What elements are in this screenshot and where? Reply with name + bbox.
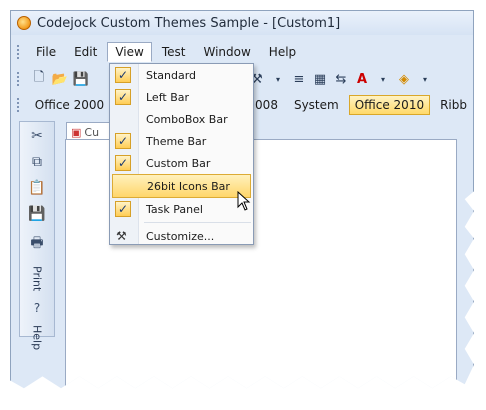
save-icon[interactable]: 💾 [28,206,45,222]
print-icon[interactable]: 🖶 [30,232,43,256]
tools-icon: ⚒ [116,229,127,243]
checkmark-icon: ✓ [115,89,131,105]
menu-item-label: Task Panel [146,202,203,216]
document-tab-label: Cu [84,125,100,139]
checkmark-icon: ✓ [115,201,131,217]
checkmark-icon: ✓ [115,67,131,83]
view-menu-item-26bit-icons-bar[interactable]: 26bit Icons Bar [112,174,251,198]
menu-view[interactable]: View [107,42,152,62]
mouse-cursor-icon [237,191,251,211]
menu-window[interactable]: Window [195,42,258,62]
view-menu-item-customize[interactable]: ⚒ Customize... [110,225,253,247]
theme-system[interactable]: System [288,95,345,115]
view-menu-dropdown: ✓ Standard ✓ Left Bar ComboBox Bar ✓ The… [109,63,254,245]
checkmark-icon: ✓ [115,155,131,171]
menu-item-label: ComboBox Bar [146,112,228,126]
menu-item-label: Standard [146,68,197,82]
menu-item-label: Customize... [146,229,215,243]
menu-help[interactable]: Help [261,42,304,62]
menu-separator [144,222,251,223]
title-bar[interactable]: Codejock Custom Themes Sample - [Custom1… [11,11,473,35]
save-icon[interactable]: 💾 [73,71,89,87]
menu-item-label: 26bit Icons Bar [147,179,230,193]
view-menu-item-left-bar[interactable]: ✓ Left Bar [110,86,253,108]
help-icon[interactable]: ? [34,301,40,315]
menu-edit[interactable]: Edit [66,42,105,62]
theme-office-2010[interactable]: Office 2010 [348,95,431,115]
help-label[interactable]: Help [31,325,44,350]
menu-item-label: Theme Bar [146,134,207,148]
menu-item-label: Left Bar [146,90,190,104]
view-menu-item-task-panel[interactable]: ✓ Task Panel [110,198,253,220]
chevron-down-icon[interactable]: ▾ [417,71,433,87]
left-bar: ✂ ⧉ 📋 💾 🖶 Print ? Help [19,121,55,350]
theme-ribbon[interactable]: Ribb [434,95,473,115]
chevron-down-icon[interactable]: ▾ [375,71,391,87]
view-menu-item-custom-bar[interactable]: ✓ Custom Bar [110,152,253,174]
paste-icon[interactable]: 📋 [28,180,45,196]
new-file-icon[interactable]: 🗋 [31,70,47,87]
menubar-grip[interactable] [17,45,22,59]
font-color-icon[interactable]: A [354,71,370,87]
app-icon [17,16,31,30]
copy-icon[interactable]: ⧉ [32,154,42,170]
theme-office-2000[interactable]: Office 2000 [29,95,110,115]
grid-icon[interactable]: ▦ [312,71,328,87]
document-icon: ▣ [71,125,82,139]
menu-item-label: Custom Bar [146,156,211,170]
checkmark-icon: ✓ [115,133,131,149]
view-menu-item-combobox-bar[interactable]: ComboBox Bar [110,108,253,130]
window-title: Codejock Custom Themes Sample - [Custom1… [37,15,341,31]
view-menu-item-standard[interactable]: ✓ Standard [110,64,253,86]
open-folder-icon[interactable]: 📂 [52,71,68,87]
chevron-down-icon[interactable]: ▾ [270,71,286,87]
scissors-icon[interactable]: ✂ [31,128,43,144]
swap-icon[interactable]: ⇆ [333,71,349,87]
app-window: Codejock Custom Themes Sample - [Custom1… [10,10,474,389]
menu-file[interactable]: File [28,42,64,62]
menu-test[interactable]: Test [154,42,194,62]
themebar-grip[interactable] [17,98,21,112]
toolbar-grip[interactable] [17,72,22,86]
fill-color-icon[interactable]: ◈ [396,71,412,87]
menu-bar: File Edit View Test Window Help [11,41,473,63]
view-menu-item-theme-bar[interactable]: ✓ Theme Bar [110,130,253,152]
align-icon[interactable]: ≡ [291,71,307,87]
print-label[interactable]: Print [31,266,44,291]
